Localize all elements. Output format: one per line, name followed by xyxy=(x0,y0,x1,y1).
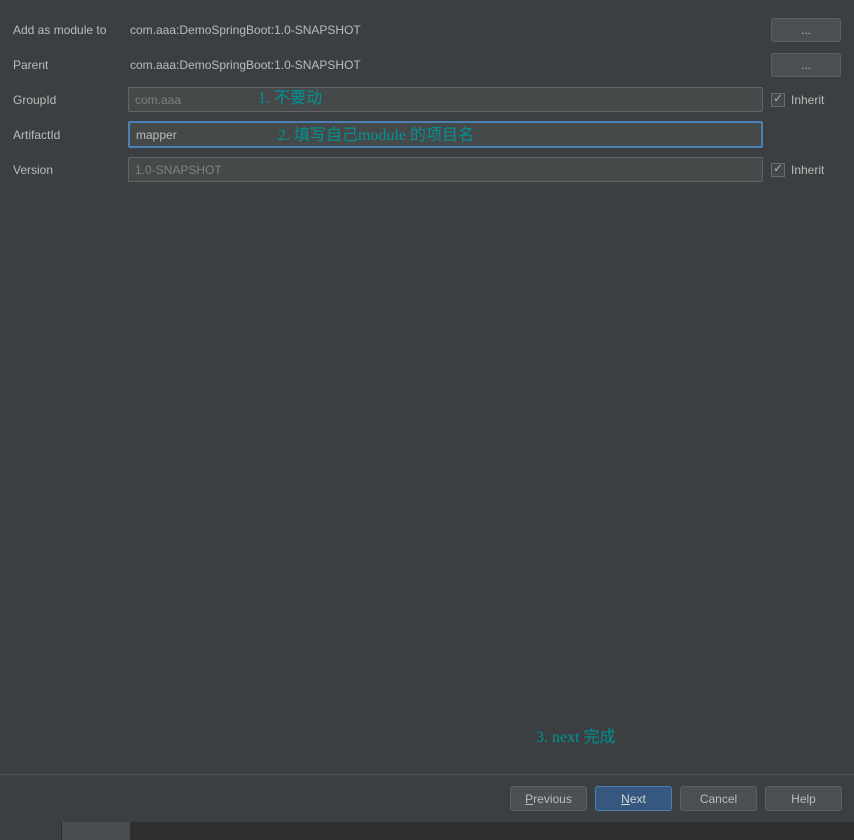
next-button-rest: ext xyxy=(630,792,646,806)
button-bar: Previous Next Cancel Help xyxy=(510,786,842,811)
version-input[interactable] xyxy=(128,157,763,182)
artifactid-label: ArtifactId xyxy=(13,128,120,142)
groupid-label: GroupId xyxy=(13,93,120,107)
previous-button-rest: revious xyxy=(533,792,572,806)
artifactid-input[interactable] xyxy=(128,121,763,148)
version-inherit-label: Inherit xyxy=(791,163,824,177)
groupid-input[interactable] xyxy=(128,87,763,112)
parent-label: Parent xyxy=(13,58,120,72)
artifactid-row: ArtifactId xyxy=(13,117,841,152)
status-bar xyxy=(0,822,854,840)
divider xyxy=(0,774,854,775)
groupid-inherit-label: Inherit xyxy=(791,93,824,107)
next-button[interactable]: Next xyxy=(595,786,672,811)
version-row: Version Inherit xyxy=(13,152,841,187)
parent-browse-button[interactable]: ... xyxy=(771,53,841,77)
cancel-button[interactable]: Cancel xyxy=(680,786,757,811)
add-module-label: Add as module to xyxy=(13,23,120,37)
version-label: Version xyxy=(13,163,120,177)
groupid-inherit-checkbox[interactable] xyxy=(771,93,785,107)
parent-row: Parent com.aaa:DemoSpringBoot:1.0-SNAPSH… xyxy=(13,47,841,82)
add-module-value: com.aaa:DemoSpringBoot:1.0-SNAPSHOT xyxy=(128,23,763,37)
previous-button[interactable]: Previous xyxy=(510,786,587,811)
version-inherit-group: Inherit xyxy=(771,163,841,177)
annotation-3: 3. next 完成 xyxy=(536,723,616,747)
groupid-row: GroupId Inherit xyxy=(13,82,841,117)
groupid-inherit-group: Inherit xyxy=(771,93,841,107)
version-inherit-checkbox[interactable] xyxy=(771,163,785,177)
add-module-row: Add as module to com.aaa:DemoSpringBoot:… xyxy=(13,12,841,47)
add-module-browse-button[interactable]: ... xyxy=(771,18,841,42)
parent-value: com.aaa:DemoSpringBoot:1.0-SNAPSHOT xyxy=(128,58,763,72)
help-button[interactable]: Help xyxy=(765,786,842,811)
